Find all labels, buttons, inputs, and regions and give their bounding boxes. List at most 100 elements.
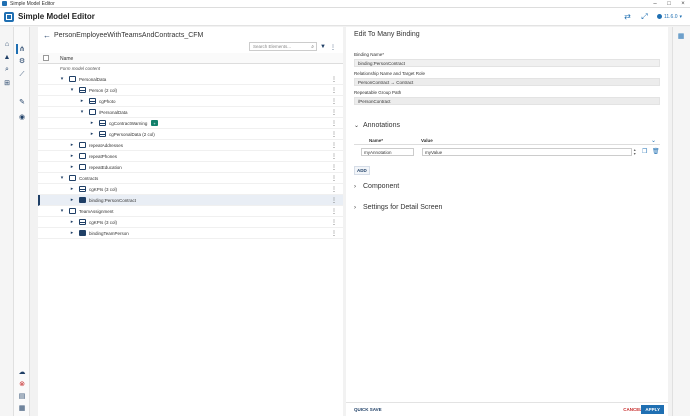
row-menu-icon[interactable]: ⋮ [331, 109, 337, 116]
search-input[interactable]: Search Elements... ⌕ [249, 42, 317, 51]
chevron-right-icon[interactable]: ▸ [69, 142, 75, 148]
more-options-icon[interactable]: ⋮ [329, 43, 337, 51]
tree-row[interactable]: ▸ cgContractWarning + ⋮ [38, 118, 343, 129]
tree-row[interactable]: ▾ TeamAssignment ⋮ [38, 206, 343, 217]
minimize-icon[interactable]: – [648, 0, 662, 8]
chevron-down-icon[interactable]: ▾ [59, 76, 65, 82]
chevron-right-icon[interactable]: ▸ [69, 219, 75, 225]
preview-icon[interactable]: ◉ [17, 112, 27, 122]
navigate-icon[interactable]: ▲ [2, 52, 12, 62]
brush-icon[interactable]: ✎ [17, 97, 27, 107]
fullscreen-icon[interactable]: ⤢ [640, 12, 649, 21]
row-menu-icon[interactable]: ⋮ [331, 219, 337, 226]
copy-icon[interactable]: ❐ [642, 148, 647, 155]
row-menu-icon[interactable]: ⋮ [331, 131, 337, 138]
select-all-checkbox[interactable] [43, 55, 49, 61]
binding-name-input[interactable]: binding:PersonContract [354, 59, 660, 67]
window-title: Simple Model Editor [10, 0, 55, 7]
apply-button[interactable]: APPLY [641, 405, 664, 414]
settings-section-header[interactable]: › Settings for Detail Screen [354, 204, 442, 211]
chevron-right-icon[interactable]: ▸ [79, 98, 85, 104]
row-menu-icon[interactable]: ⋮ [331, 120, 337, 127]
document-icon[interactable]: ▤ [17, 391, 27, 401]
column-group-icon [99, 131, 106, 137]
tree-row[interactable]: ▸ cgPersonalData (2 col) ⋮ [38, 129, 343, 140]
add-badge[interactable]: + [151, 120, 158, 126]
tree-row-label: repeatAddresses [89, 143, 124, 148]
row-menu-icon[interactable]: ⋮ [331, 164, 337, 171]
chevron-right-icon[interactable]: ▸ [89, 120, 95, 126]
tree-row[interactable]: ▸ cgKPIs (3 col) ⋮ [38, 217, 343, 228]
row-menu-icon[interactable]: ⋮ [331, 87, 337, 94]
annotations-section-header[interactable]: ⌄ Annotations [354, 122, 400, 129]
quick-save-button[interactable]: QUICK SAVE [354, 407, 382, 412]
row-menu-icon[interactable]: ⋮ [331, 175, 337, 182]
tree-row[interactable]: ▾ PersonalData ⋮ [38, 74, 343, 85]
row-menu-icon[interactable]: ⋮ [331, 197, 337, 204]
tree-row[interactable]: ▸ bindingTeamPerson ⋮ [38, 228, 343, 239]
close-icon[interactable]: × [676, 0, 690, 8]
row-menu-icon[interactable]: ⋮ [331, 142, 337, 149]
chevron-down-icon[interactable]: ▾ [79, 109, 85, 115]
back-arrow-icon[interactable]: ← [42, 30, 52, 40]
stepper-icon[interactable]: ▲ ▼ [633, 148, 636, 156]
row-menu-icon[interactable]: ⋮ [331, 153, 337, 160]
tree-row[interactable]: ▸ repeatAddresses ⋮ [38, 140, 343, 151]
version-label: 11.6.0 [663, 13, 678, 20]
cancel-button[interactable]: CANCEL [623, 407, 642, 412]
tree-row[interactable]: ▾ Person (2 col) ⋮ [38, 85, 343, 96]
add-annotation-button[interactable]: ADD [354, 166, 370, 175]
settings-icon[interactable]: ⚙ [17, 56, 27, 66]
panel-footer: QUICK SAVE CANCEL APPLY [346, 402, 668, 416]
chevron-right-icon[interactable]: ▸ [69, 164, 75, 170]
repeat-icon [79, 164, 86, 170]
tree-row[interactable]: ▸ repeatPhones ⋮ [38, 151, 343, 162]
swap-icon[interactable]: ⇄ [623, 12, 632, 21]
tree-row[interactable]: ▸ repeatEducation ⋮ [38, 162, 343, 173]
app-icon [2, 1, 7, 6]
chevron-right-icon[interactable]: ▸ [69, 230, 75, 236]
chevron-down-icon[interactable]: ⌄ [651, 137, 656, 144]
row-menu-icon[interactable]: ⋮ [331, 98, 337, 105]
component-section-header[interactable]: › Component [354, 183, 399, 190]
edit-icon[interactable]: ⟋ [17, 70, 27, 80]
tree-row[interactable]: ▾ /PersonalData ⋮ [38, 107, 343, 118]
grid-view-icon[interactable]: ▦ [676, 31, 686, 41]
chevron-right-icon[interactable]: ▸ [89, 131, 95, 137]
chevron-down-icon[interactable]: ▾ [59, 175, 65, 181]
tree-view-icon[interactable]: ⋔ [16, 44, 26, 54]
grid-icon[interactable]: ▦ [17, 403, 27, 413]
error-icon[interactable]: ⊗ [17, 379, 27, 389]
column-group-icon [79, 87, 86, 93]
chevron-down-icon[interactable]: ▾ [69, 87, 75, 93]
tree-table: Name Form model content ▾ PersonalData ⋮… [38, 53, 343, 416]
tree-row[interactable]: ▸ cgPhoto ⋮ [38, 96, 343, 107]
annotations-header: Name* Value ⌄ [354, 137, 660, 145]
annotation-value-input[interactable]: myValue [422, 148, 632, 156]
tree-row-selected[interactable]: ▸ binding:PersonContract ⋮ [38, 195, 343, 206]
binding-name-field: Binding Name* binding:PersonContract [354, 52, 660, 67]
chevron-down-icon: ▾ [679, 13, 682, 20]
tree-row[interactable]: ▸ cgKPIs (3 col) ⋮ [38, 184, 343, 195]
filter-icon[interactable]: ▼ [319, 43, 327, 51]
row-menu-icon[interactable]: ⋮ [331, 186, 337, 193]
version-indicator[interactable]: 11.6.0 ▾ [656, 13, 682, 20]
annotation-name-input[interactable]: myAnnotation [361, 148, 414, 156]
chevron-right-icon[interactable]: ▸ [69, 153, 75, 159]
chevron-right-icon[interactable]: ▸ [69, 186, 75, 192]
row-menu-icon[interactable]: ⋮ [331, 76, 337, 83]
home-icon[interactable]: ⌂ [2, 39, 12, 49]
model-icon[interactable]: ⊞ [2, 78, 12, 88]
binding-editor-panel: Edit To Many Binding Binding Name* bindi… [346, 27, 668, 416]
chevron-down-icon[interactable]: ▾ [59, 208, 65, 214]
delete-icon[interactable]: 🗑 [652, 148, 660, 155]
tree-row[interactable]: ▾ Contracts ⋮ [38, 173, 343, 184]
row-menu-icon[interactable]: ⋮ [331, 208, 337, 215]
cloud-icon[interactable]: ☁ [17, 367, 27, 377]
tree-row-label: repeatEducation [89, 165, 122, 170]
form-model-note: Form model content [60, 66, 101, 71]
maximize-icon[interactable]: □ [662, 0, 676, 8]
row-menu-icon[interactable]: ⋮ [331, 230, 337, 237]
chevron-right-icon[interactable]: ▸ [69, 197, 75, 203]
search-icon[interactable]: ⌕ [2, 65, 12, 75]
